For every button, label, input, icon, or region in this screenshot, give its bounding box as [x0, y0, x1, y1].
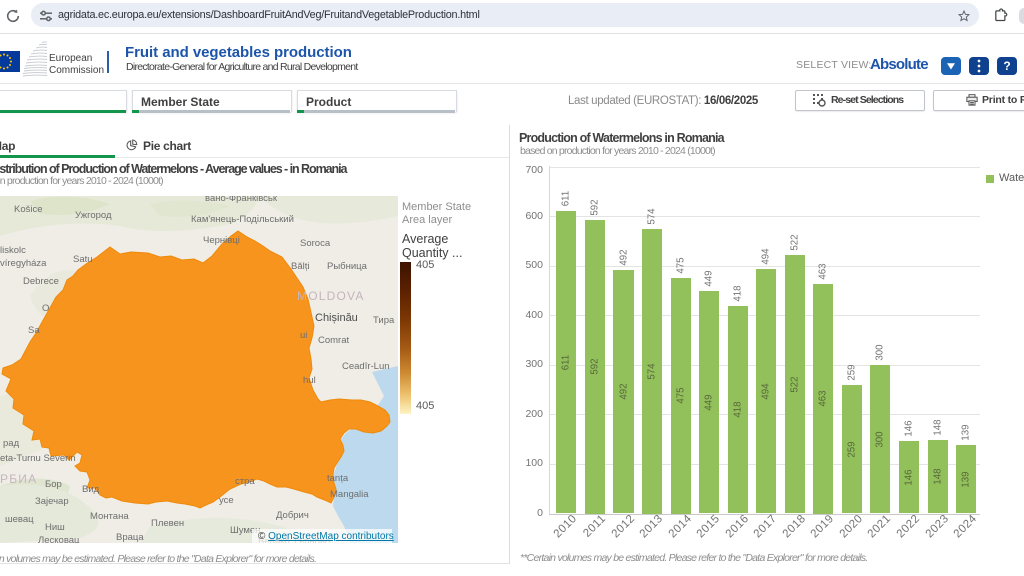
- svg-text:РБИА: РБИА: [0, 472, 37, 486]
- svg-text:© OpenStreetMap contributors: © OpenStreetMap contributors: [258, 531, 394, 542]
- svg-text:Debrece: Debrece: [23, 276, 59, 287]
- svg-text:Comrat: Comrat: [318, 335, 350, 346]
- svg-text:Кам'янець-Подільський: Кам'янець-Подільський: [191, 214, 294, 225]
- svg-text:tanța: tanța: [327, 473, 349, 484]
- svg-text:рад: рад: [3, 438, 20, 449]
- svg-text:ui: ui: [300, 330, 307, 341]
- svg-text:Košice: Košice: [14, 204, 43, 215]
- svg-text:Ниш: Ниш: [45, 522, 65, 533]
- svg-text:Soroca: Soroca: [300, 238, 331, 249]
- svg-text:Ужгород: Ужгород: [75, 210, 112, 221]
- svg-text:Монтана: Монтана: [90, 511, 129, 522]
- svg-text:Бор: Бор: [45, 479, 62, 490]
- svg-text:Satu: Satu: [73, 254, 93, 265]
- svg-text:вано-Франківськ: вано-Франківськ: [205, 196, 278, 204]
- svg-text:Chișinău: Chișinău: [315, 312, 358, 324]
- svg-text:Добрич: Добрич: [276, 510, 309, 521]
- svg-text:Враца: Враца: [116, 532, 144, 543]
- svg-text:O: O: [42, 303, 49, 314]
- svg-text:усе: усе: [219, 495, 234, 506]
- svg-text:Плевен: Плевен: [151, 518, 184, 529]
- svg-text:Mangalia: Mangalia: [330, 489, 369, 500]
- svg-text:víregyháza: víregyháza: [0, 258, 47, 269]
- svg-text:Ceadîr-Lun: Ceadîr-Lun: [342, 361, 390, 372]
- svg-text:MOLDOVA: MOLDOVA: [297, 289, 365, 303]
- svg-text:Лесковац: Лесковац: [38, 535, 80, 543]
- svg-text:hul: hul: [303, 375, 316, 386]
- svg-text:Sa: Sa: [28, 325, 40, 336]
- svg-text:стра: стра: [235, 476, 255, 487]
- svg-text:Рыбница: Рыбница: [327, 261, 368, 272]
- svg-text:Чернівці: Чернівці: [203, 235, 240, 246]
- svg-text:eta-Turnu Severin: eta-Turnu Severin: [0, 453, 76, 464]
- svg-text:liskolc: liskolc: [0, 245, 26, 256]
- svg-text:Тира: Тира: [373, 315, 395, 326]
- svg-text:Bălți: Bălți: [291, 261, 309, 272]
- svg-text:Вид: Вид: [82, 484, 100, 495]
- svg-text:шевац: шевац: [5, 514, 34, 525]
- svg-text:Зајечар: Зајечар: [35, 496, 69, 507]
